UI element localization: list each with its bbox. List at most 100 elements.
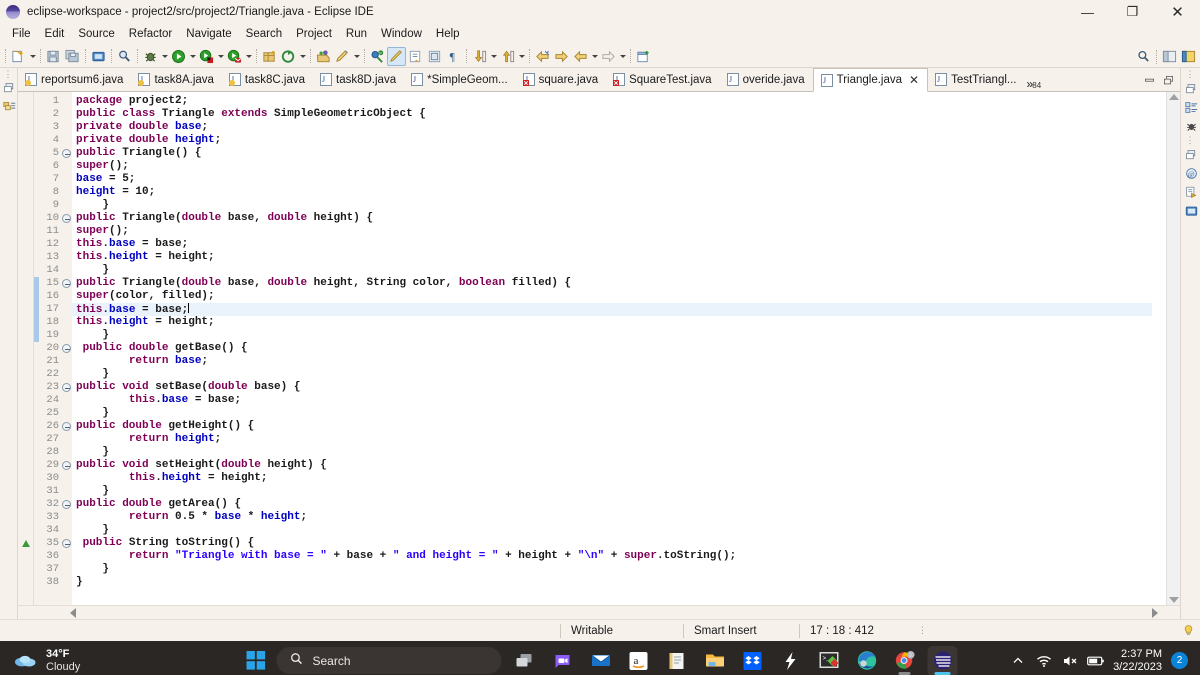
menu-item-navigate[interactable]: Navigate <box>179 24 238 45</box>
quick-access-search-icon[interactable] <box>1134 47 1153 66</box>
new-window-icon[interactable] <box>634 47 653 66</box>
code-line[interactable]: public Triangle(double base, double heig… <box>72 212 1152 225</box>
outline-icon[interactable] <box>1181 98 1200 117</box>
code-line[interactable]: } <box>72 407 1152 420</box>
show-whitespace-icon[interactable] <box>425 47 444 66</box>
profile-icon[interactable] <box>225 47 244 66</box>
folding-gutter[interactable] <box>61 92 72 605</box>
fold-collapse-icon[interactable] <box>61 537 72 550</box>
code-line[interactable]: public double getArea() { <box>72 498 1152 511</box>
debug-icon[interactable] <box>141 47 160 66</box>
code-line[interactable]: super(); <box>72 225 1152 238</box>
next-edit-icon[interactable] <box>599 47 618 66</box>
horizontal-scrollbar[interactable] <box>18 605 1180 619</box>
scroll-left-icon[interactable] <box>70 607 76 618</box>
prev-edit-dropdown-icon[interactable] <box>590 47 599 66</box>
terminal-icon[interactable]: >_ <box>814 646 844 675</box>
fold-collapse-icon[interactable] <box>61 459 72 472</box>
skip-breakpoints-icon[interactable]: P <box>368 47 387 66</box>
pilcrow-icon[interactable]: ¶ <box>444 47 463 66</box>
print-icon[interactable] <box>89 47 108 66</box>
code-line[interactable]: public double getBase() { <box>72 342 1152 355</box>
close-icon[interactable]: ✕ <box>909 73 919 87</box>
overview-ruler[interactable] <box>1152 92 1166 605</box>
restore-icon[interactable] <box>0 79 18 97</box>
eclipse-icon[interactable] <box>927 645 958 675</box>
code-line[interactable]: private double height; <box>72 134 1152 147</box>
open-type-dropdown-icon[interactable] <box>352 47 361 66</box>
new-project-icon[interactable] <box>279 47 298 66</box>
code-line[interactable]: } <box>72 563 1152 576</box>
fold-collapse-icon[interactable] <box>61 212 72 225</box>
maximize-icon[interactable] <box>1163 73 1174 91</box>
prev-edit-icon[interactable] <box>571 47 590 66</box>
code-line[interactable]: } <box>72 446 1152 459</box>
code-line[interactable]: super(); <box>72 160 1152 173</box>
code-line[interactable]: package project2; <box>72 95 1152 108</box>
marker-gutter[interactable] <box>18 92 34 605</box>
warning-marker-icon[interactable] <box>18 537 33 550</box>
code-line[interactable]: } <box>72 264 1152 277</box>
run-coverage-icon[interactable] <box>197 47 216 66</box>
teams-icon[interactable] <box>548 646 578 675</box>
fold-collapse-icon[interactable] <box>61 147 72 160</box>
dropbox-icon[interactable] <box>738 646 768 675</box>
new-package-icon[interactable] <box>260 47 279 66</box>
battery-icon[interactable] <box>1083 641 1109 675</box>
tab-overflow-button[interactable]: » 84 <box>1024 77 1041 91</box>
external-tools-icon[interactable] <box>314 47 333 66</box>
chrome-icon[interactable]: J <box>890 646 920 675</box>
lightning-icon[interactable] <box>776 646 806 675</box>
editor-tab-square[interactable]: J square.java <box>516 68 606 91</box>
code-line[interactable]: public Triangle(double base, double heig… <box>72 277 1152 290</box>
code-line[interactable]: } <box>72 524 1152 537</box>
code-line[interactable]: base = 5; <box>72 173 1152 186</box>
new-project-dropdown-icon[interactable] <box>298 47 307 66</box>
open-perspective-icon[interactable] <box>1179 47 1198 66</box>
notification-badge[interactable]: 2 <box>1171 652 1188 669</box>
open-type-icon[interactable] <box>333 47 352 66</box>
edge-icon[interactable] <box>852 646 882 675</box>
mail-icon[interactable] <box>586 646 616 675</box>
amazon-icon[interactable]: a <box>624 646 654 675</box>
fold-collapse-icon[interactable] <box>61 277 72 290</box>
code-line[interactable]: } <box>72 199 1152 212</box>
editor-tab-task8c[interactable]: J task8C.java <box>222 68 313 91</box>
javadoc-at-icon[interactable]: @ <box>1181 164 1200 183</box>
fold-collapse-icon[interactable] <box>61 498 72 511</box>
editor-tab-triangle[interactable]: J Triangle.java ✕ <box>812 68 929 92</box>
editor-tab-squaretest[interactable]: J SquareTest.java <box>606 68 719 91</box>
code-line[interactable]: this.height = height; <box>72 472 1152 485</box>
profile-dropdown-icon[interactable] <box>244 47 253 66</box>
run-coverage-dropdown-icon[interactable] <box>216 47 225 66</box>
code-line[interactable]: } <box>72 485 1152 498</box>
menu-item-source[interactable]: Source <box>71 24 121 45</box>
toggle-mark-occurrences-icon[interactable] <box>387 46 406 66</box>
code-editor[interactable]: 1 2 3 4 5 6 7 8 9 10 11 12 13 14 15 16 17 18 19 20 21 22 23 24 2… <box>18 92 1180 605</box>
code-line[interactable]: this.height = height; <box>72 251 1152 264</box>
editor-tab-task8d[interactable]: J task8D.java <box>313 68 404 91</box>
code-line[interactable]: public void setBase(double base) { <box>72 381 1152 394</box>
restore-icon-2[interactable] <box>1181 145 1200 164</box>
link-editor-icon[interactable] <box>406 47 425 66</box>
menu-item-edit[interactable]: Edit <box>38 24 72 45</box>
editor-tab-task8a[interactable]: J task8A.java <box>131 68 221 91</box>
menu-item-search[interactable]: Search <box>239 24 289 45</box>
editor-tab-testtriangle[interactable]: J TestTriangl... <box>928 68 1024 91</box>
code-line[interactable]: } <box>72 329 1152 342</box>
menu-item-project[interactable]: Project <box>289 24 339 45</box>
code-line[interactable]: return 0.5 * base * height; <box>72 511 1152 524</box>
code-line[interactable]: return height; <box>72 433 1152 446</box>
editor-tab-reportsum6[interactable]: J reportsum6.java <box>18 68 131 91</box>
code-line[interactable]: this.base = base; <box>72 394 1152 407</box>
close-button[interactable]: ✕ <box>1155 0 1200 24</box>
code-line[interactable]: public String toString() { <box>72 537 1152 550</box>
file-explorer-icon[interactable] <box>700 646 730 675</box>
code-line[interactable]: } <box>72 368 1152 381</box>
code-line[interactable]: } <box>72 576 1152 589</box>
menu-item-window[interactable]: Window <box>374 24 429 45</box>
next-annotation-dropdown-icon[interactable] <box>489 47 498 66</box>
code-line[interactable]: this.base = base; <box>72 303 1152 316</box>
editor-tab-simplegeometricobject[interactable]: J *SimpleGeom... <box>404 68 516 91</box>
menu-item-file[interactable]: File <box>5 24 38 45</box>
